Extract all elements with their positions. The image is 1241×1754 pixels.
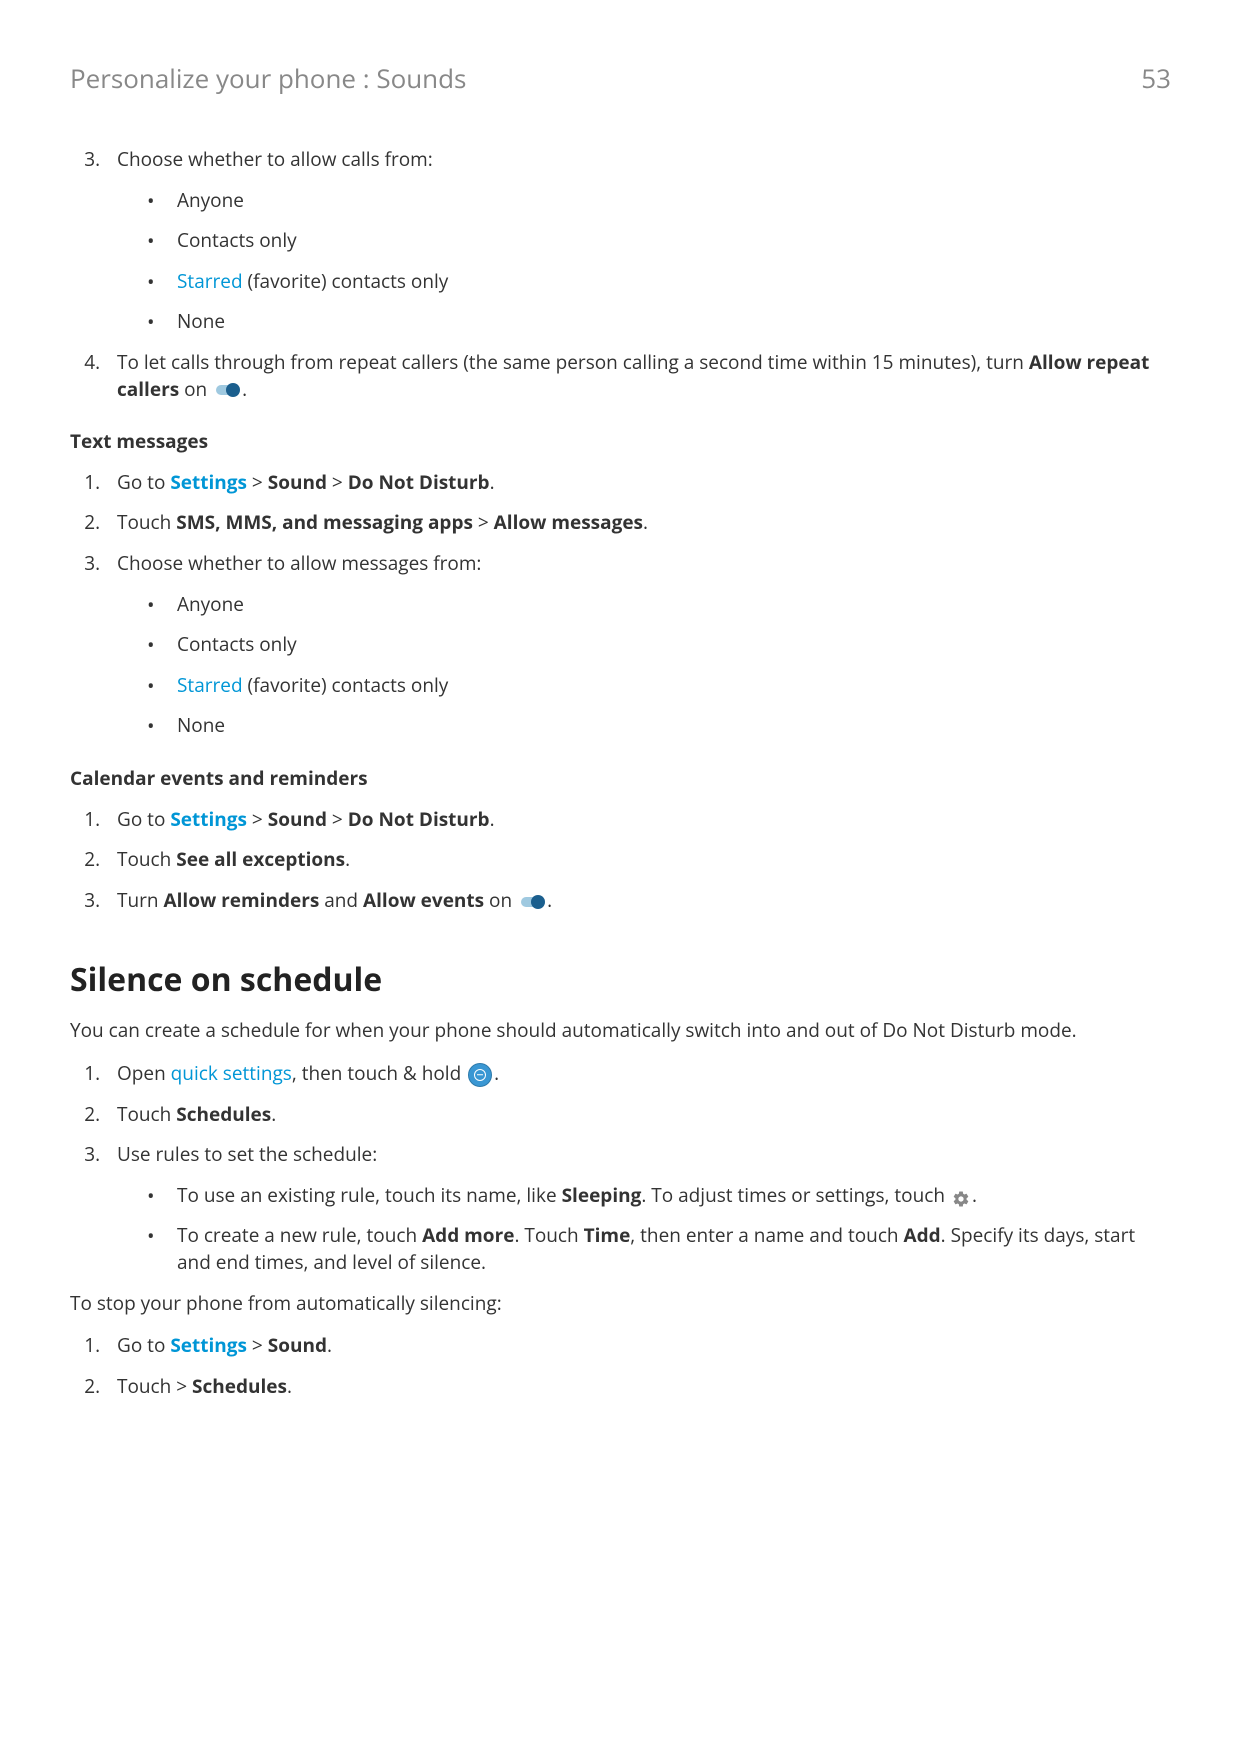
heading-silence-on-schedule: Silence on schedule — [70, 958, 1171, 1003]
text-bold: Allow events — [363, 887, 484, 913]
text: . — [287, 1373, 292, 1399]
text: Go to — [117, 469, 170, 495]
list-item: Go to Settings > Sound > Do Not Disturb. — [105, 806, 1171, 833]
text: Open — [117, 1060, 171, 1086]
text: > — [327, 806, 348, 832]
list-item: None — [147, 308, 1171, 335]
text: Touch > — [117, 1373, 192, 1399]
text: . — [643, 509, 648, 535]
text: . — [345, 846, 350, 872]
text: . — [327, 1332, 332, 1358]
text: To create a new rule, touch — [177, 1222, 422, 1248]
list-item: Starred (favorite) contacts only — [147, 268, 1171, 295]
list-item: Touch > Schedules. — [105, 1373, 1171, 1400]
text: Touch — [117, 509, 176, 535]
link-starred[interactable]: Starred — [177, 672, 243, 698]
text-bold: Do Not Disturb — [348, 469, 490, 495]
text: . — [972, 1182, 977, 1208]
toggle-on-icon — [519, 894, 545, 910]
dnd-icon — [468, 1063, 492, 1087]
list-item: Choose whether to allow calls from: Anyo… — [105, 146, 1171, 335]
text: . — [242, 376, 247, 402]
text: Touch — [117, 846, 176, 872]
text: > — [247, 1332, 268, 1358]
text: , then touch & hold — [292, 1060, 466, 1086]
text-bold: Sleeping — [562, 1182, 642, 1208]
list-item: Anyone — [147, 591, 1171, 618]
list-item: To let calls through from repeat callers… — [105, 349, 1171, 402]
text: . — [271, 1101, 276, 1127]
toggle-on-icon — [214, 382, 240, 398]
heading-calendar: Calendar events and reminders — [70, 765, 1171, 792]
text: . To adjust times or settings, touch — [641, 1182, 950, 1208]
list-item: Contacts only — [147, 227, 1171, 254]
text: on — [484, 887, 517, 913]
list-item: To create a new rule, touch Add more. To… — [147, 1222, 1171, 1275]
list-item: Use rules to set the schedule: To use an… — [105, 1141, 1171, 1275]
text: > — [247, 469, 268, 495]
paragraph: You can create a schedule for when your … — [70, 1017, 1171, 1044]
page-number: 53 — [1141, 60, 1171, 96]
text-bold: SMS, MMS, and messaging apps — [176, 509, 473, 535]
text-bold: Schedules — [176, 1101, 271, 1127]
text: , then enter a name and touch — [630, 1222, 903, 1248]
list-item: Contacts only — [147, 631, 1171, 658]
list-item: Starred (favorite) contacts only — [147, 672, 1171, 699]
gear-icon — [952, 1188, 970, 1206]
text-bold: Allow messages — [494, 509, 643, 535]
text: Choose whether to allow messages from: — [117, 550, 481, 576]
text-bold: Sound — [268, 806, 327, 832]
text: Touch — [117, 1101, 176, 1127]
text: (favorite) contacts only — [243, 268, 449, 294]
list-item: Go to Settings > Sound. — [105, 1332, 1171, 1359]
list-item: Touch SMS, MMS, and messaging apps > All… — [105, 509, 1171, 536]
link-settings[interactable]: Settings — [170, 806, 247, 832]
text: Turn — [117, 887, 163, 913]
breadcrumb: Personalize your phone : Sounds — [70, 60, 466, 96]
text: Choose whether to allow calls from: — [117, 146, 433, 172]
text-bold: Allow reminders — [163, 887, 319, 913]
list-item: Touch Schedules. — [105, 1101, 1171, 1128]
link-settings[interactable]: Settings — [170, 1332, 247, 1358]
list-item: Choose whether to allow messages from: A… — [105, 550, 1171, 739]
text: To use an existing rule, touch its name,… — [177, 1182, 562, 1208]
text: on — [179, 376, 212, 402]
text: > — [327, 469, 348, 495]
text: (favorite) contacts only — [243, 672, 449, 698]
heading-text-messages: Text messages — [70, 428, 1171, 455]
text: . — [490, 806, 495, 832]
text: . — [490, 469, 495, 495]
link-settings[interactable]: Settings — [170, 469, 247, 495]
list-item: Open quick settings, then touch & hold . — [105, 1060, 1171, 1087]
list-item: None — [147, 712, 1171, 739]
text-bold: Add — [904, 1222, 941, 1248]
text-bold: Sound — [268, 469, 327, 495]
paragraph: To stop your phone from automatically si… — [70, 1290, 1171, 1317]
text: and — [319, 887, 363, 913]
link-quick-settings[interactable]: quick settings — [171, 1060, 292, 1086]
list-item: Turn Allow reminders and Allow events on… — [105, 887, 1171, 914]
text: Go to — [117, 1332, 170, 1358]
text: . — [547, 887, 552, 913]
text-bold: Do Not Disturb — [348, 806, 490, 832]
text-bold: See all exceptions — [176, 846, 345, 872]
text: > — [247, 806, 268, 832]
text: . — [494, 1060, 499, 1086]
text: . Touch — [514, 1222, 583, 1248]
text-bold: Add more — [422, 1222, 514, 1248]
list-item: Go to Settings > Sound > Do Not Disturb. — [105, 469, 1171, 496]
text-bold: Sound — [268, 1332, 327, 1358]
text-bold: Time — [584, 1222, 631, 1248]
text: > — [473, 509, 494, 535]
list-item: To use an existing rule, touch its name,… — [147, 1182, 1171, 1209]
list-item: Anyone — [147, 187, 1171, 214]
list-item: Touch See all exceptions. — [105, 846, 1171, 873]
link-starred[interactable]: Starred — [177, 268, 243, 294]
text: To let calls through from repeat callers… — [117, 349, 1029, 375]
text: Go to — [117, 806, 170, 832]
text: Use rules to set the schedule: — [117, 1141, 377, 1167]
text-bold: Schedules — [192, 1373, 287, 1399]
